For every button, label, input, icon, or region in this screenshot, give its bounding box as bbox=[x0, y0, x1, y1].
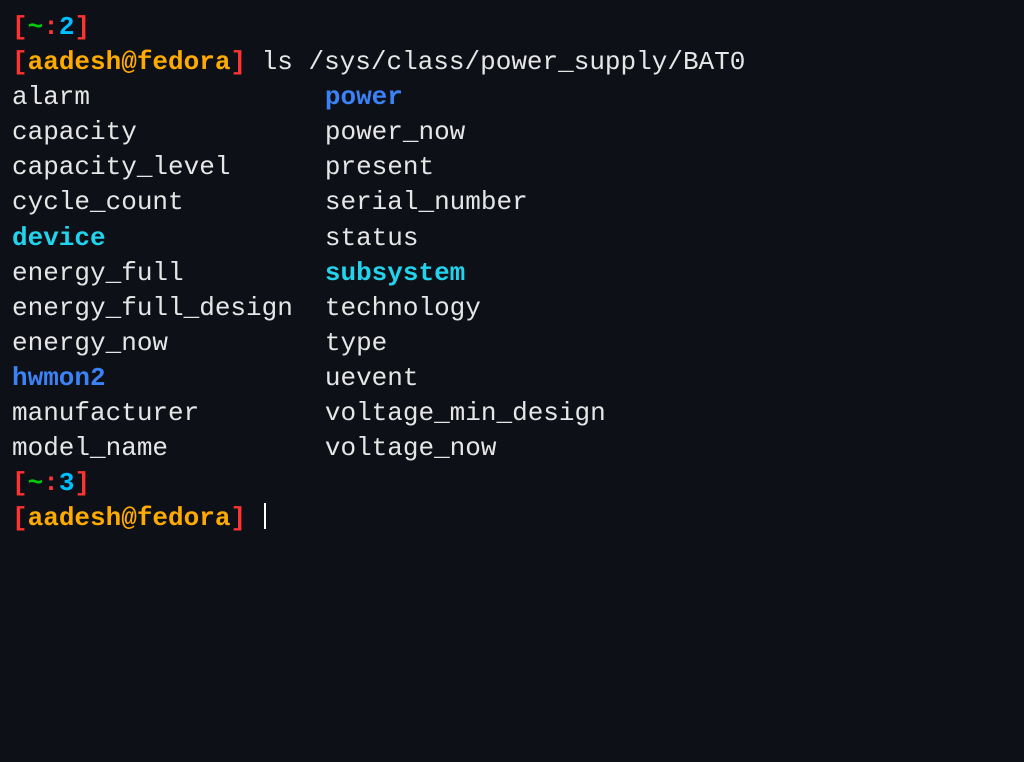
file-entry: manufacturer bbox=[12, 396, 293, 431]
file-entry: voltage_now bbox=[325, 431, 606, 466]
user-host: aadesh@fedora bbox=[28, 503, 231, 533]
file-entry: energy_full_design bbox=[12, 291, 293, 326]
file-entry: cycle_count bbox=[12, 185, 293, 220]
bracket-open: [ bbox=[12, 468, 28, 498]
bracket-close: ] bbox=[230, 47, 246, 77]
file-entry: uevent bbox=[325, 361, 606, 396]
history-number: 2 bbox=[59, 12, 75, 42]
file-entry: model_name bbox=[12, 431, 293, 466]
bracket-open: [ bbox=[12, 47, 28, 77]
prompt-status-line-1: [~:2] bbox=[12, 10, 1012, 45]
bracket-close: ] bbox=[74, 468, 90, 498]
file-entry: serial_number bbox=[325, 185, 606, 220]
file-entry: subsystem bbox=[325, 256, 606, 291]
file-entry: energy_now bbox=[12, 326, 293, 361]
file-entry: alarm bbox=[12, 80, 293, 115]
user-host: aadesh@fedora bbox=[28, 47, 231, 77]
bracket-close: ] bbox=[230, 503, 246, 533]
prompt-command-line-2[interactable]: [aadesh@fedora] bbox=[12, 501, 1012, 536]
bracket-close: ] bbox=[74, 12, 90, 42]
bracket-open: [ bbox=[12, 503, 28, 533]
cwd-tilde: ~ bbox=[28, 468, 44, 498]
file-entry: capacity bbox=[12, 115, 293, 150]
prompt-status-line-2: [~:3] bbox=[12, 466, 1012, 501]
typed-command: ls /sys/class/power_supply/BAT0 bbox=[262, 47, 746, 77]
cursor-icon bbox=[264, 503, 266, 529]
file-entry: present bbox=[325, 150, 606, 185]
file-entry: device bbox=[12, 221, 293, 256]
file-entry: voltage_min_design bbox=[325, 396, 606, 431]
file-entry: power_now bbox=[325, 115, 606, 150]
prompt-colon: : bbox=[43, 468, 59, 498]
prompt-command-line-1: [aadesh@fedora] ls /sys/class/power_supp… bbox=[12, 45, 1012, 80]
file-entry: energy_full bbox=[12, 256, 293, 291]
file-entry: status bbox=[325, 221, 606, 256]
file-entry: capacity_level bbox=[12, 150, 293, 185]
prompt-colon: : bbox=[43, 12, 59, 42]
cwd-tilde: ~ bbox=[28, 12, 44, 42]
file-entry: technology bbox=[325, 291, 606, 326]
file-entry: type bbox=[325, 326, 606, 361]
file-entry: hwmon2 bbox=[12, 361, 293, 396]
file-entry: power bbox=[325, 80, 606, 115]
ls-output: alarm power capacity power_now capacity_leve… bbox=[12, 80, 606, 466]
history-number: 3 bbox=[59, 468, 75, 498]
bracket-open: [ bbox=[12, 12, 28, 42]
